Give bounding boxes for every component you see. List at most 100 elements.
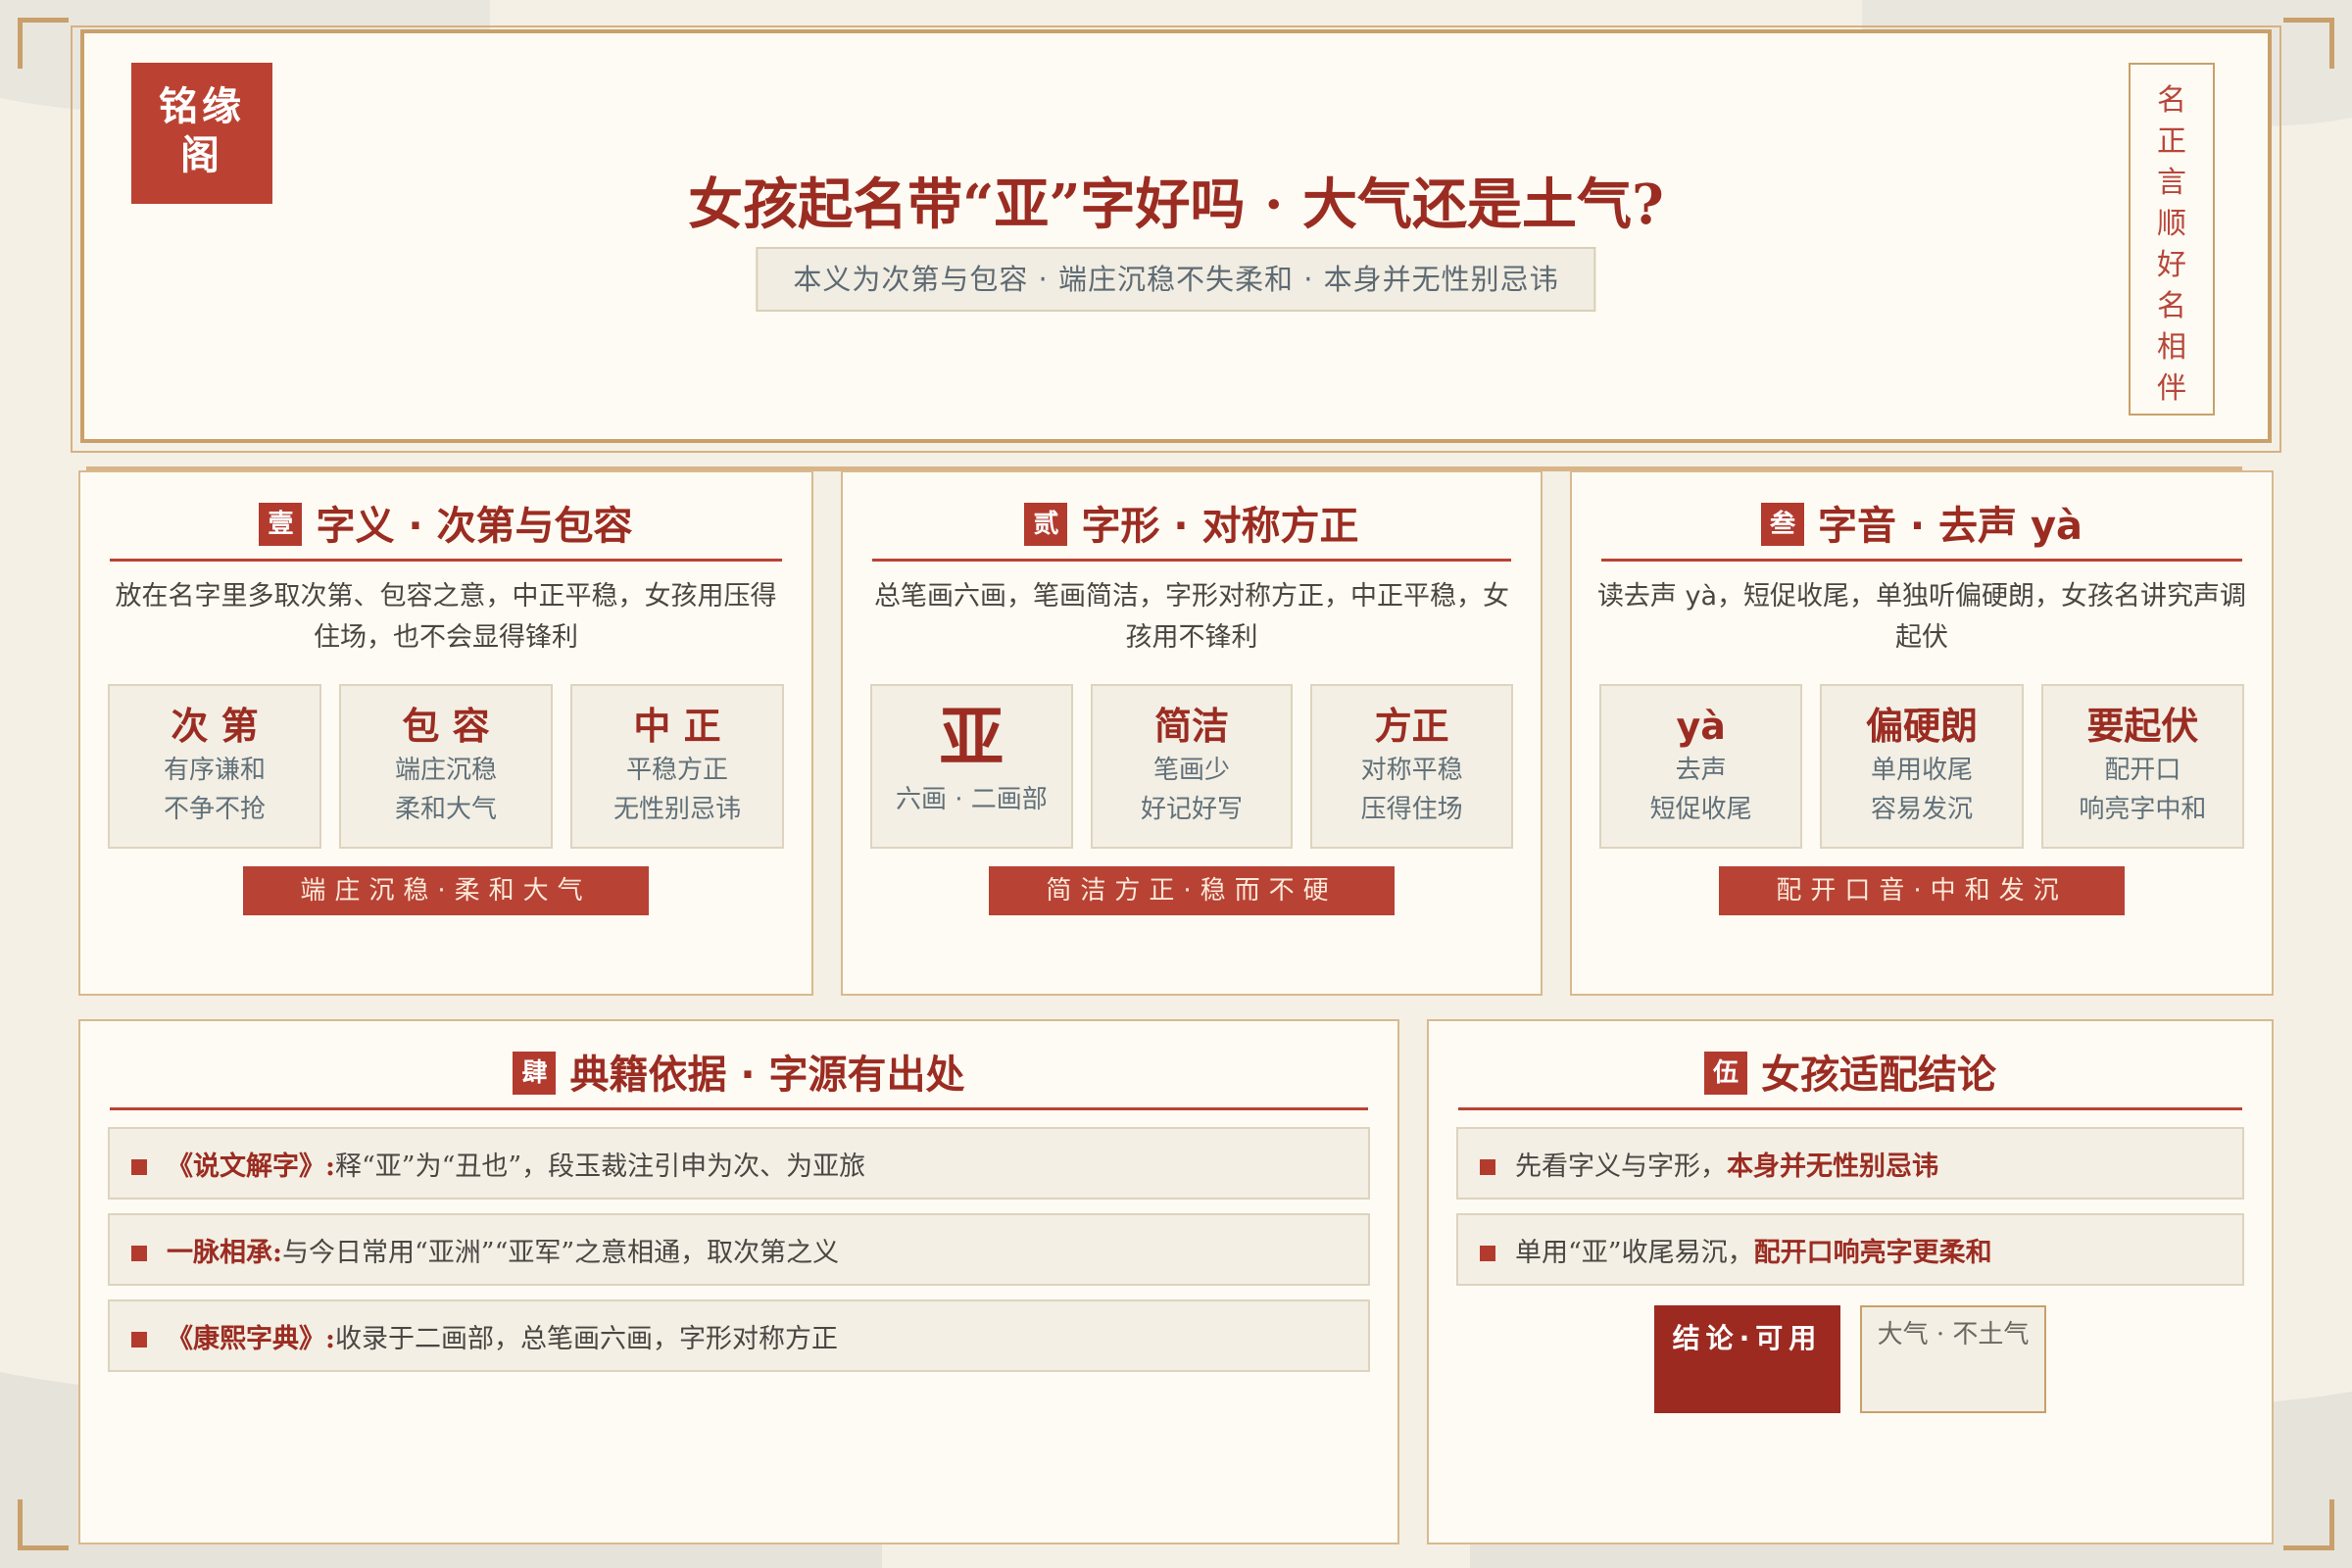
feature-head: 简洁 — [1154, 705, 1230, 748]
feature-boxes: yà 去声 短促收尾 偏硬朗 单用收尾 容易发沉 要起伏 配开口 响亮字中和 — [1599, 684, 2244, 849]
section-number-badge: 叁 — [1760, 503, 1804, 546]
title-rule — [1458, 1107, 2242, 1110]
card-title-text: 典籍依据 · 字源有出处 — [569, 1053, 965, 1098]
verdict-badge: 结论·可用 — [1654, 1305, 1840, 1413]
card-title: 伍女孩适配结论 — [1458, 1043, 2242, 1098]
feature-head: yà — [1676, 705, 1726, 748]
seal-char: 好 — [2157, 248, 2186, 282]
seal-char: 名 — [2157, 289, 2186, 323]
list-item: 《康熙字典》: 收录于二画部，总笔画六画，字形对称方正 — [108, 1299, 1370, 1372]
feature-line: 有序谦和 — [163, 756, 266, 785]
feature-box: 包 容 端庄沉稳 柔和大气 — [339, 684, 553, 849]
square-bullet-icon — [131, 1246, 147, 1261]
vertical-seal: 名 正 言 顺 好 名 相 伴 — [2129, 63, 2215, 416]
card-sound: 叁字音 · 去声 yà 读去声 yà，短促收尾，单独听偏硬朗，女孩名讲究声调起伏… — [1570, 470, 2274, 996]
feature-boxes: 次 第 有序谦和 不争不抢 包 容 端庄沉稳 柔和大气 中 正 平稳方正 无性别… — [108, 684, 784, 849]
source-list: 《说文解字》: 释“亚”为“丑也”，段玉裁注引申为次、为亚旅 一脉相承: 与今日… — [108, 1127, 1370, 1386]
seal-char: 正 — [2157, 124, 2186, 159]
seal-char: 伴 — [2157, 371, 2186, 406]
list-item: 一脉相承: 与今日常用“亚洲”“亚军”之意相通，取次第之义 — [108, 1213, 1370, 1286]
corner-ornament-bottom-right — [2283, 1499, 2334, 1550]
verdict-note: 大气 · 不土气 — [1860, 1305, 2046, 1413]
header-panel: 铭缘 阁 女孩起名带“亚”字好吗 · 大气还是土气? 本义为次第与包容 · 端庄… — [71, 25, 2281, 453]
logo-line-1: 铭缘 — [159, 84, 245, 129]
card-description: 放在名字里多取次第、包容之意，中正平稳，女孩用压得住场，也不会显得锋利 — [115, 581, 777, 653]
feature-head: 次 第 — [171, 705, 259, 748]
card-description: 读去声 yà，短促收尾，单独听偏硬朗，女孩名讲究声调起伏 — [1596, 581, 2247, 653]
feature-box: 简洁 笔画少 好记好写 — [1090, 684, 1294, 849]
square-bullet-icon — [1480, 1159, 1495, 1175]
title-rule — [110, 559, 782, 562]
corner-ornament-bottom-left — [18, 1499, 69, 1550]
feature-box: yà 去声 短促收尾 — [1599, 684, 1803, 849]
feature-line: 容易发沉 — [1870, 795, 1973, 824]
page-title: 女孩起名带“亚”字好吗 · 大气还是土气? — [688, 172, 1664, 237]
list-item: 单用“亚”收尾易沉， 配开口响亮字更柔和 — [1456, 1213, 2244, 1286]
square-bullet-icon — [131, 1159, 147, 1175]
item-text: 单用“亚”收尾易沉， — [1515, 1237, 1754, 1268]
seal-char: 顺 — [2157, 207, 2186, 241]
item-label: 本身并无性别忌讳 — [1727, 1151, 1938, 1182]
card-description: 总笔画六画，笔画简洁，字形对称方正，中正平稳，女孩用不锋利 — [874, 581, 1509, 653]
seal-char: 相 — [2157, 330, 2186, 365]
summary-ribbon: 端庄沉稳·柔和大气 — [243, 866, 649, 915]
feature-box: 要起伏 配开口 响亮字中和 — [2040, 684, 2244, 849]
feature-box: 中 正 平稳方正 无性别忌讳 — [570, 684, 784, 849]
feature-line: 短促收尾 — [1649, 795, 1752, 824]
list-item: 《说文解字》: 释“亚”为“丑也”，段玉裁注引申为次、为亚旅 — [108, 1127, 1370, 1200]
feature-line: 压得住场 — [1360, 795, 1463, 824]
feature-line: 端庄沉稳 — [394, 756, 497, 785]
item-text: 收录于二画部，总笔画六画，字形对称方正 — [334, 1323, 838, 1354]
card-title: 叁字音 · 去声 yà — [1601, 494, 2242, 549]
item-label: 一脉相承: — [167, 1237, 282, 1268]
section-number-badge: 肆 — [513, 1052, 557, 1095]
feature-head: 亚 — [939, 699, 1004, 775]
list-item: 先看字义与字形， 本身并无性别忌讳 — [1456, 1127, 2244, 1200]
item-label: 《说文解字》: — [167, 1151, 335, 1182]
corner-ornament-top-right — [2283, 18, 2334, 69]
feature-line: 配开口 — [2104, 756, 2181, 785]
card-title-text: 字义 · 次第与包容 — [316, 504, 633, 549]
conclusion-list: 先看字义与字形， 本身并无性别忌讳 单用“亚”收尾易沉， 配开口响亮字更柔和 — [1456, 1127, 2244, 1299]
feature-box: 亚 六画 · 二画部 — [870, 684, 1073, 849]
summary-ribbon: 简洁方正·稳而不硬 — [989, 866, 1395, 915]
corner-ornament-top-left — [18, 18, 69, 69]
feature-line: 柔和大气 — [394, 795, 497, 824]
feature-line: 好记好写 — [1141, 795, 1244, 824]
feature-head: 偏硬朗 — [1865, 705, 1978, 748]
card-title-text: 字形 · 对称方正 — [1081, 504, 1359, 549]
section-number-badge: 贰 — [1024, 503, 1068, 546]
section-number-badge: 伍 — [1704, 1052, 1747, 1095]
square-bullet-icon — [131, 1332, 147, 1348]
feature-line: 平稳方正 — [625, 756, 728, 785]
item-label: 配开口响亮字更柔和 — [1753, 1237, 1992, 1268]
feature-head: 包 容 — [402, 705, 490, 748]
square-bullet-icon — [1480, 1246, 1495, 1261]
header-inner-frame: 铭缘 阁 女孩起名带“亚”字好吗 · 大气还是土气? 本义为次第与包容 · 端庄… — [80, 29, 2272, 443]
seal-char: 言 — [2157, 166, 2186, 200]
feature-boxes: 亚 六画 · 二画部 简洁 笔画少 好记好写 方正 对称平稳 压得住场 — [870, 684, 1514, 849]
feature-line: 响亮字中和 — [2079, 795, 2207, 824]
feature-line: 去声 — [1675, 756, 1727, 785]
item-text: 与今日常用“亚洲”“亚军”之意相通，取次第之义 — [281, 1237, 840, 1268]
card-meaning: 壹字义 · 次第与包容 放在名字里多取次第、包容之意，中正平稳，女孩用压得住场，… — [78, 470, 813, 996]
title-rule — [110, 1107, 1368, 1110]
page-subtitle: 本义为次第与包容 · 端庄沉稳不失柔和 · 本身并无性别忌讳 — [756, 247, 1596, 312]
feature-head: 方正 — [1374, 705, 1449, 748]
feature-box: 方正 对称平稳 压得住场 — [1310, 684, 1514, 849]
feature-box: 偏硬朗 单用收尾 容易发沉 — [1820, 684, 2024, 849]
title-rule — [872, 559, 1511, 562]
item-text: 释“亚”为“丑也”，段玉裁注引申为次、为亚旅 — [334, 1151, 866, 1182]
feature-box: 次 第 有序谦和 不争不抢 — [108, 684, 321, 849]
item-label: 《康熙字典》: — [167, 1323, 335, 1354]
card-sources: 肆典籍依据 · 字源有出处 《说文解字》: 释“亚”为“丑也”，段玉裁注引申为次… — [78, 1019, 1399, 1544]
feature-line: 不争不抢 — [163, 795, 266, 824]
card-title: 肆典籍依据 · 字源有出处 — [110, 1043, 1368, 1098]
card-title-text: 字音 · 去声 yà — [1817, 504, 2083, 549]
feature-line: 对称平稳 — [1360, 756, 1463, 785]
feature-head: 中 正 — [633, 705, 721, 748]
feature-line: 无性别忌讳 — [612, 795, 741, 824]
card-conclusion: 伍女孩适配结论 先看字义与字形， 本身并无性别忌讳 单用“亚”收尾易沉， 配开口… — [1427, 1019, 2274, 1544]
card-title-text: 女孩适配结论 — [1761, 1053, 1996, 1098]
title-rule — [1601, 559, 2242, 562]
